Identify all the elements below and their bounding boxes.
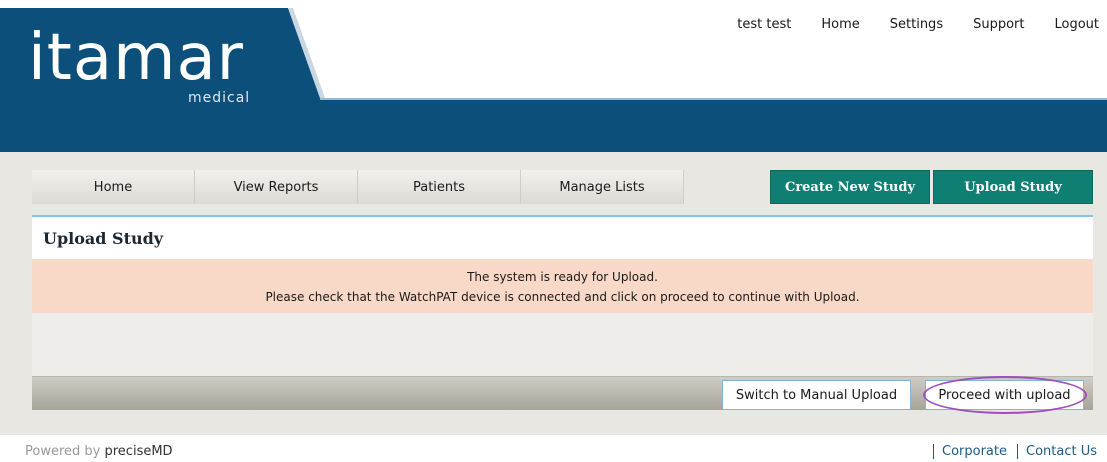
proceed-with-upload-button[interactable]: Proceed with upload: [925, 380, 1084, 410]
top-navigation: test test Home Settings Support Logout: [707, 17, 1099, 32]
corporate-link[interactable]: Corporate: [933, 444, 1007, 459]
contact-us-link[interactable]: Contact Us: [1017, 444, 1097, 459]
footer-links: Corporate Contact Us: [923, 444, 1097, 459]
switch-to-manual-upload-button[interactable]: Switch to Manual Upload: [722, 380, 911, 410]
notice-line-instructions: Please check that the WatchPAT device is…: [265, 289, 860, 304]
powered-by: Powered by preciseMD: [25, 444, 173, 459]
tab-patients[interactable]: Patients: [358, 170, 521, 204]
panel-body: [32, 313, 1093, 373]
tab-manage-lists[interactable]: Manage Lists: [521, 170, 684, 204]
user-name: test test: [737, 17, 792, 32]
footer: Powered by preciseMD Corporate Contact U…: [0, 435, 1107, 462]
powered-by-brand: preciseMD: [104, 444, 173, 459]
topnav-logout-link[interactable]: Logout: [1054, 17, 1099, 32]
powered-by-prefix: Powered by: [25, 444, 101, 459]
logo-subtext: medical: [188, 90, 251, 106]
status-notice: The system is ready for Upload. Please c…: [32, 260, 1093, 313]
main-tabs: Home View Reports Patients Manage Lists: [32, 170, 684, 204]
logo-text: itamar: [28, 21, 244, 95]
main-content: Home View Reports Patients Manage Lists …: [0, 152, 1107, 435]
topnav-home-link[interactable]: Home: [821, 17, 859, 32]
upload-study-panel: Upload Study The system is ready for Upl…: [32, 215, 1093, 414]
panel-action-bar: Switch to Manual Upload Proceed with upl…: [32, 376, 1093, 414]
upload-study-button[interactable]: Upload Study: [933, 170, 1093, 204]
panel-title: Upload Study: [32, 217, 1093, 260]
notice-line-ready: The system is ready for Upload.: [467, 269, 658, 284]
topnav-support-link[interactable]: Support: [973, 17, 1024, 32]
tab-home[interactable]: Home: [32, 170, 195, 204]
header: itamar medical test test Home Settings S…: [0, 0, 1107, 152]
itamar-logo[interactable]: itamar medical: [28, 20, 249, 106]
create-new-study-button[interactable]: Create New Study: [770, 170, 930, 204]
tab-view-reports[interactable]: View Reports: [195, 170, 358, 204]
topnav-settings-link[interactable]: Settings: [890, 17, 943, 32]
